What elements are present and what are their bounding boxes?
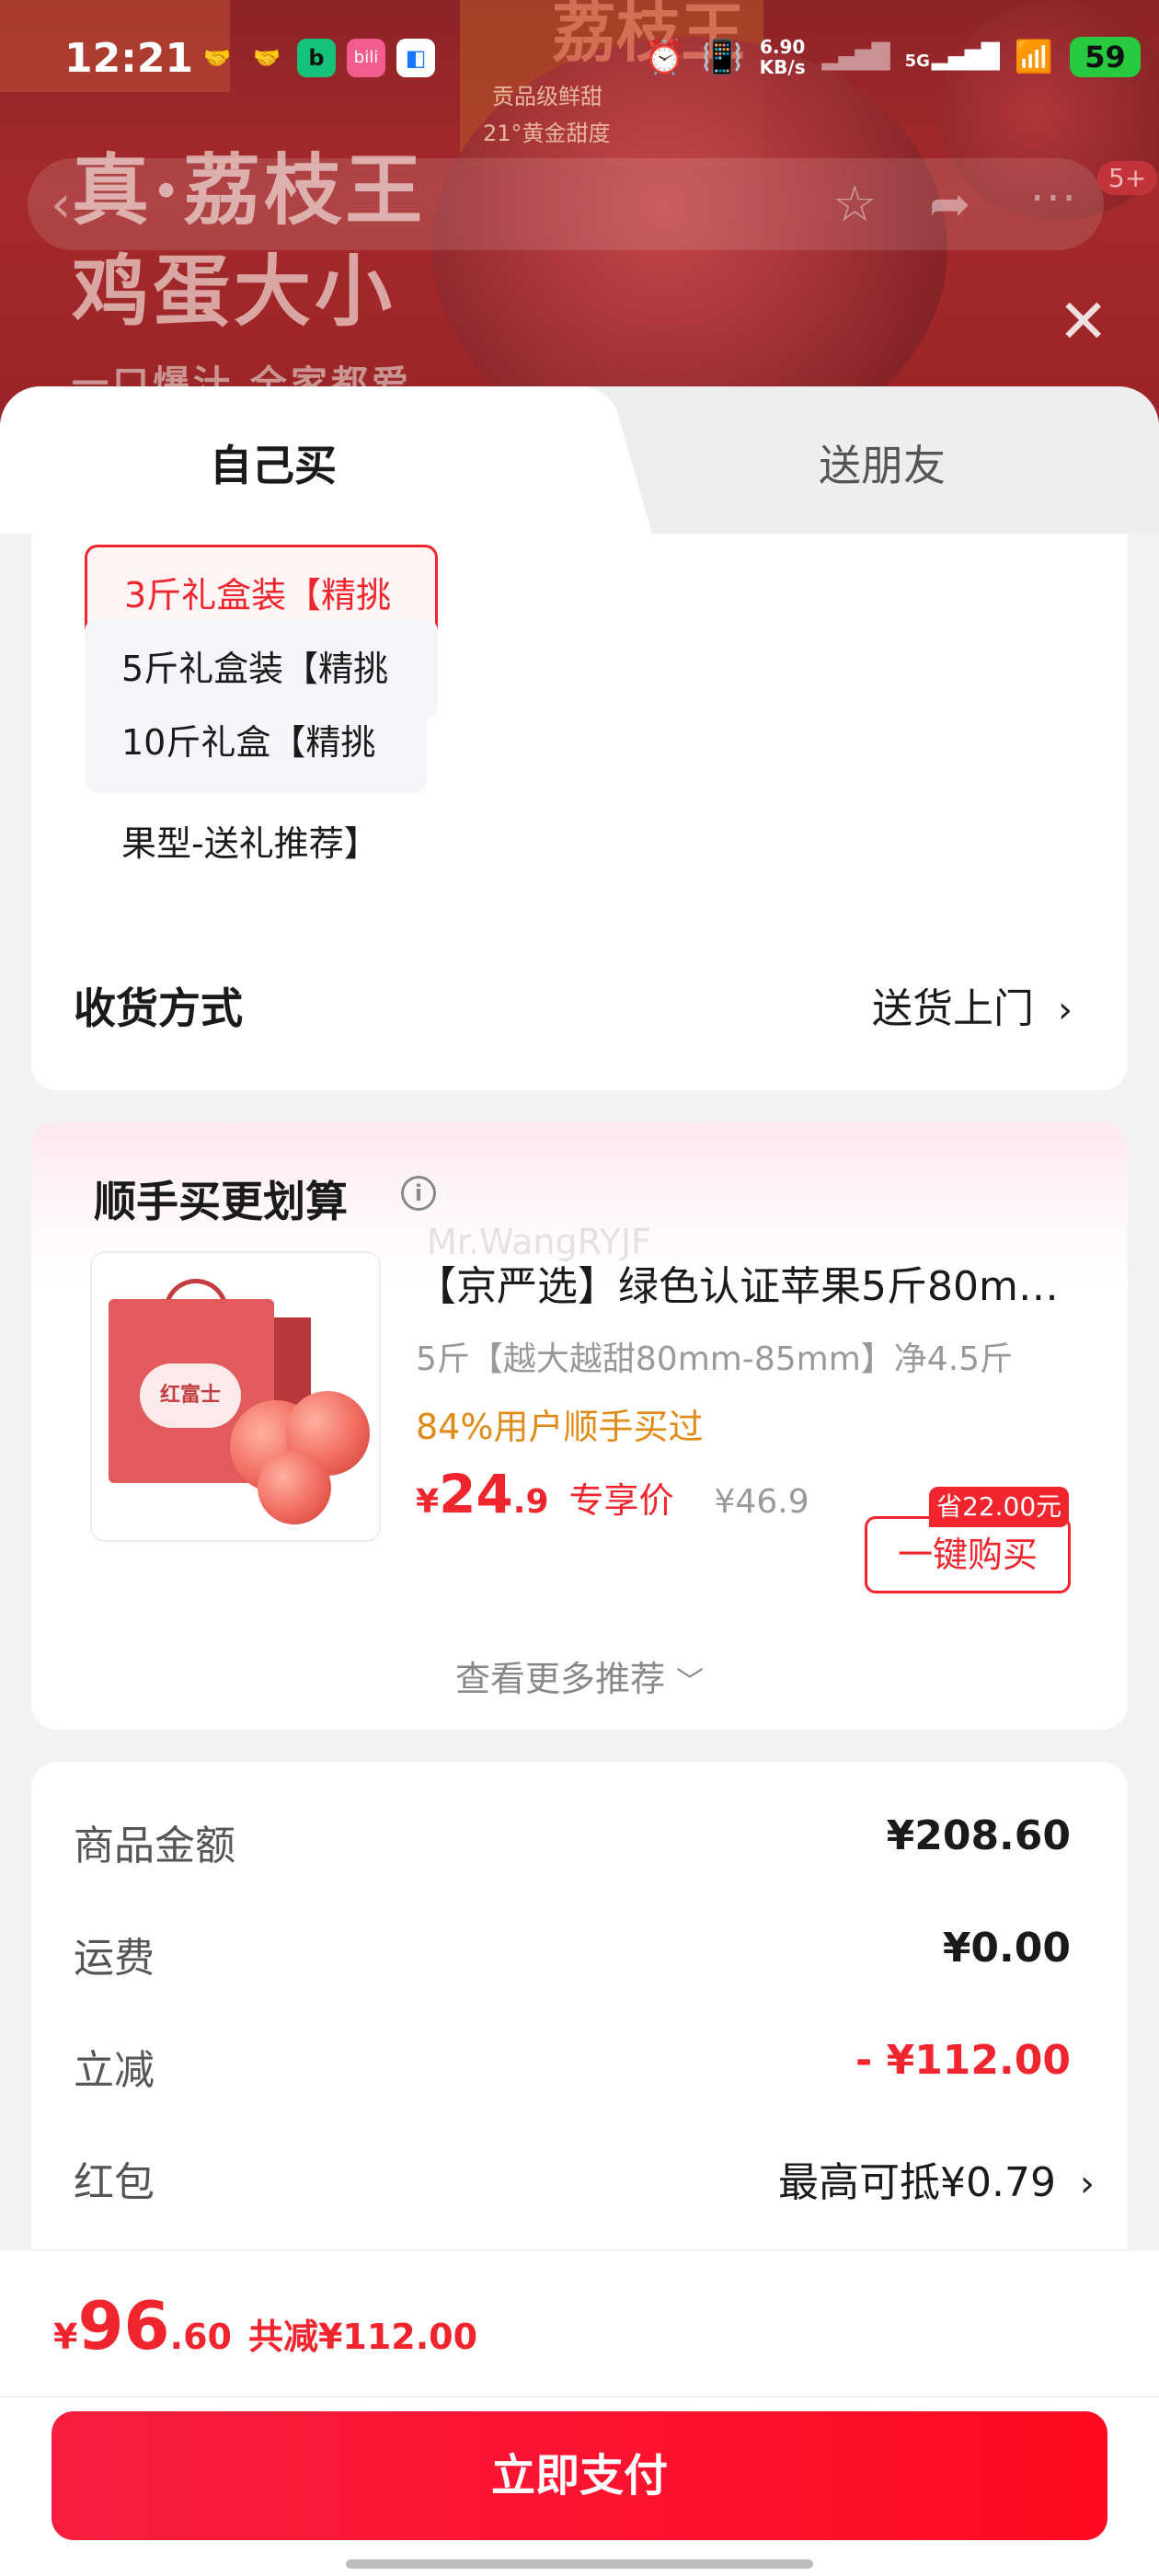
social-proof: 84%用户顺手买过 <box>416 1407 704 1447</box>
summary-label: 红包 <box>74 2159 155 2206</box>
summary-value: ¥0.00 <box>942 1925 1071 1972</box>
more-icon[interactable]: ··· <box>1030 173 1078 224</box>
star-icon[interactable]: ☆ <box>832 175 877 233</box>
chevron-down-icon: ﹀ <box>676 1666 705 1698</box>
product-image[interactable]: 红富士 <box>90 1251 381 1542</box>
total-price: ¥ 96 .60 共减¥112.00 <box>53 2287 477 2364</box>
share-icon[interactable]: ➦ <box>929 175 970 233</box>
app-notification-icon: bili <box>347 39 385 77</box>
total-currency: ¥ <box>53 2317 78 2357</box>
summary-row: 运费 ¥0.00 <box>74 1925 1071 1989</box>
summary-value: ¥208.60 <box>886 1812 1071 1859</box>
vibrate-icon: 📳 <box>701 39 743 76</box>
home-indicator[interactable] <box>346 2559 813 2569</box>
battery-indicator: 59 <box>1070 37 1141 77</box>
box-text: 21°黄金甜度 <box>483 121 611 146</box>
red-packet-value: 最高可抵¥0.79 › <box>778 2149 1095 2208</box>
app-notification-icon: ◧ <box>396 39 435 77</box>
recommendation-title: 顺手买更划算 <box>94 1177 348 1226</box>
spec-card: 3斤礼盒装【精挑果型-送礼推荐】 5斤礼盒装【精挑果型-送礼推荐】 10斤礼盒【… <box>31 534 1128 1090</box>
alarm-icon: ⏰ <box>644 39 685 76</box>
purchase-tabs: 自己买 送朋友 <box>0 386 1159 534</box>
original-price: ¥46.9 <box>714 1483 809 1521</box>
signal-weak-icon: ▂▄▆█ <box>821 43 890 71</box>
app-notification-icon: b <box>297 39 336 77</box>
price-integer: 24 <box>439 1463 513 1525</box>
price-currency: ¥ <box>416 1483 440 1521</box>
price-summary-card: 商品金额 ¥208.60 运费 ¥0.00 立减 - ¥112.00 红包 最高… <box>31 1762 1128 2277</box>
more-recommendations-link[interactable]: 查看更多推荐 ﹀ <box>31 1650 1128 1701</box>
status-bar: 12:21 🤝 🤝 b bili ◧ ⏰ 📳 6.90 KB/s ▂▄▆█ 5G… <box>0 28 1159 92</box>
apple-image <box>258 1451 331 1524</box>
signal-icon: ▂▄▆█ <box>931 43 1000 71</box>
clock: 12:21 <box>64 35 194 82</box>
product-price: ¥ 24 .9 专享价 ¥46.9 <box>416 1463 809 1525</box>
price-tag: 专享价 <box>568 1480 674 1521</box>
purchase-sheet: 自己买 送朋友 3斤礼盒装【精挑果型-送礼推荐】 5斤礼盒装【精挑果型-送礼推荐… <box>0 386 1159 2576</box>
status-indicators: ⏰ 📳 6.90 KB/s ▂▄▆█ 5G ▂▄▆█ 📶 59 <box>644 37 1141 77</box>
one-click-buy-button[interactable]: 一键购买 <box>865 1516 1071 1593</box>
recommendation-card: 顺手买更划算 i Mr.WangRYJF 红富士 【京严选】绿色认证苹果5斤80… <box>31 1122 1128 1730</box>
summary-label: 运费 <box>74 1935 155 1982</box>
product-name[interactable]: 【京严选】绿色认证苹果5斤80mm-85mm红富士礼盒 <box>416 1253 1087 1312</box>
info-icon[interactable]: i <box>401 1176 436 1211</box>
app-notification-icon: 🤝 <box>203 45 231 71</box>
app-notification-icon: 🤝 <box>253 45 281 71</box>
chevron-right-icon: › <box>1080 2163 1095 2205</box>
gift-box-label: 红富士 <box>140 1363 241 1428</box>
network-speed-value: 6.90 <box>759 36 806 58</box>
product-spec: 5斤【越大越甜80mm-85mm】净4.5斤 <box>416 1340 1014 1378</box>
shipping-value: 送货上门 <box>872 985 1034 1032</box>
signal-5g-label: 5G <box>904 52 930 71</box>
tab-self-buy-label[interactable]: 自己买 <box>210 432 337 493</box>
summary-value: - ¥112.00 <box>855 2037 1071 2084</box>
shipping-label: 收货方式 <box>74 983 243 1033</box>
notification-icons: 🤝 🤝 b bili ◧ <box>198 39 435 77</box>
shipping-method[interactable]: 送货上门 › <box>872 975 1073 1034</box>
divider <box>0 2396 1159 2398</box>
summary-row: 立减 - ¥112.00 <box>74 2037 1071 2101</box>
tab-gift-friend[interactable]: 送朋友 <box>819 432 946 493</box>
spec-option[interactable]: 10斤礼盒【精挑果型-送礼推荐】 <box>85 692 427 864</box>
notification-badge: 5+ <box>1097 161 1158 195</box>
pay-now-button[interactable]: 立即支付 <box>52 2411 1107 2540</box>
total-saved: 共减¥112.00 <box>247 2317 478 2357</box>
chevron-right-icon: › <box>1058 989 1073 1031</box>
total-integer: 96 <box>77 2287 170 2364</box>
price-decimal: .9 <box>512 1483 549 1521</box>
signal-5g: 5G ▂▄▆█ <box>904 43 1000 71</box>
total-decimal: .60 <box>169 2317 232 2357</box>
summary-label: 立减 <box>74 2047 155 2094</box>
checkout-bar: ¥ 96 .60 共减¥112.00 立即支付 <box>0 2249 1159 2576</box>
red-packet-row[interactable]: 红包 最高可抵¥0.79 › <box>74 2149 1095 2214</box>
more-recommendations-label: 查看更多推荐 <box>454 1659 665 1699</box>
summary-row: 商品金额 ¥208.60 <box>74 1812 1071 1877</box>
wifi-icon: 📶 <box>1014 39 1054 75</box>
savings-badge: 省22.00元 <box>929 1487 1070 1527</box>
network-speed: 6.90 KB/s <box>760 37 806 77</box>
back-arrow-icon[interactable]: ‹ <box>51 175 71 235</box>
close-icon[interactable]: ✕ <box>1058 292 1108 352</box>
summary-label: 商品金额 <box>74 1823 235 1869</box>
network-speed-unit: KB/s <box>759 56 806 78</box>
summary-value: 最高可抵¥0.79 <box>778 2159 1056 2206</box>
